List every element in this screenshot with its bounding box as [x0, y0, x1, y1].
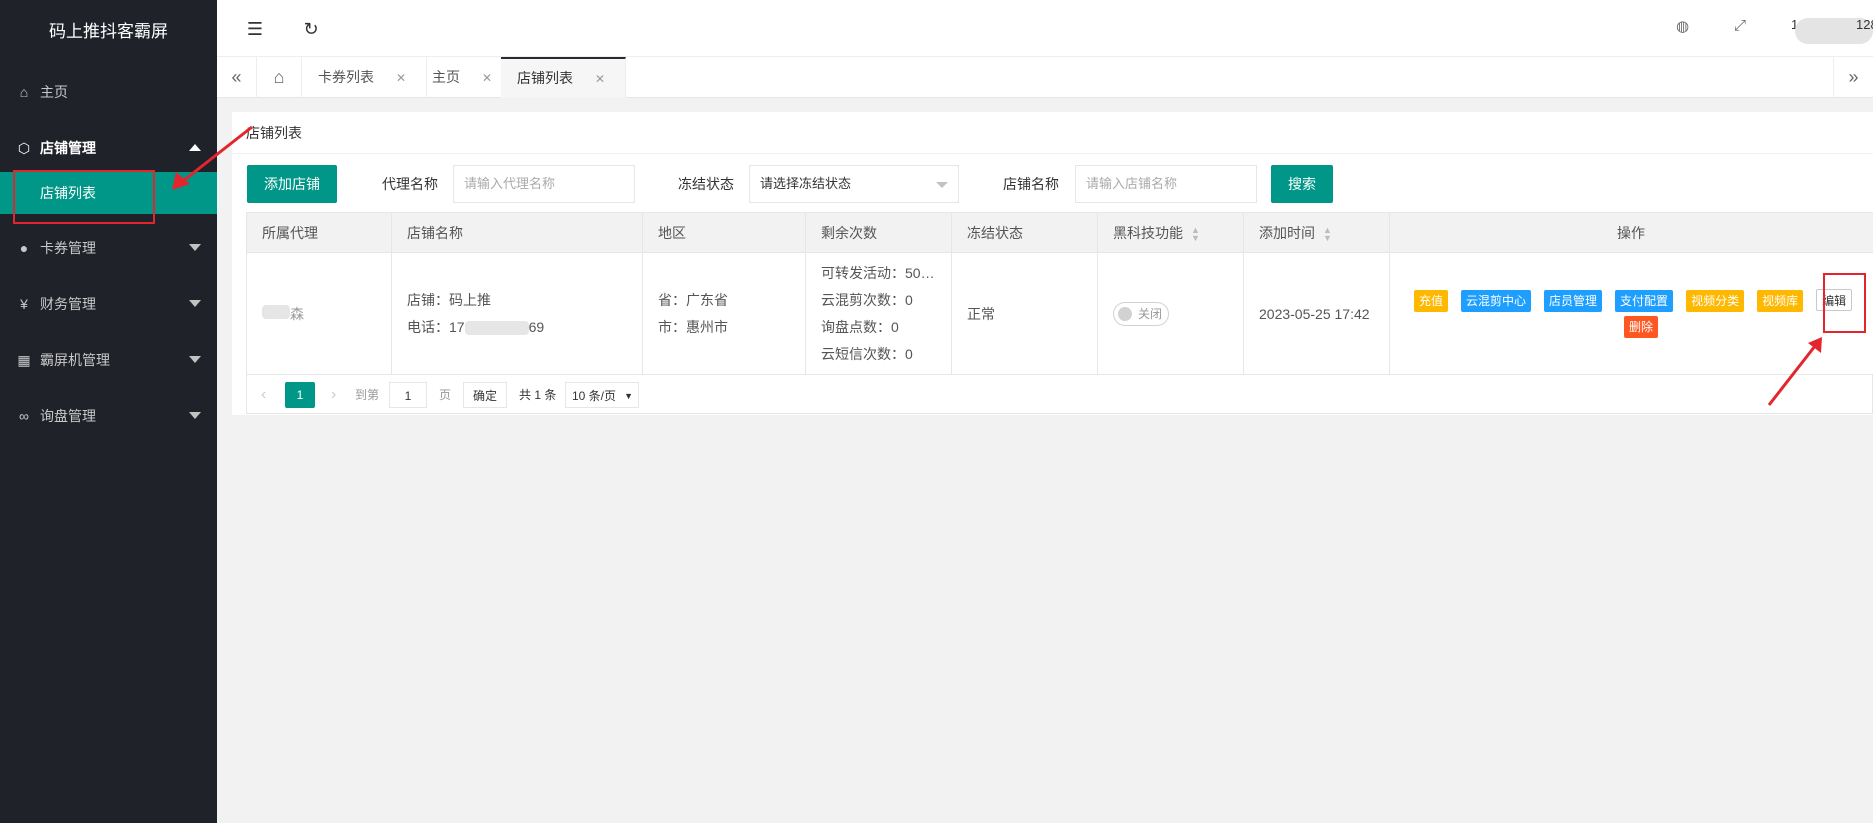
arrow-to-sidebar [182, 125, 253, 183]
annotation-arrows [172, 125, 1822, 406]
arrow-to-edit [1767, 345, 1817, 406]
arrowhead-sidebar [172, 172, 190, 190]
